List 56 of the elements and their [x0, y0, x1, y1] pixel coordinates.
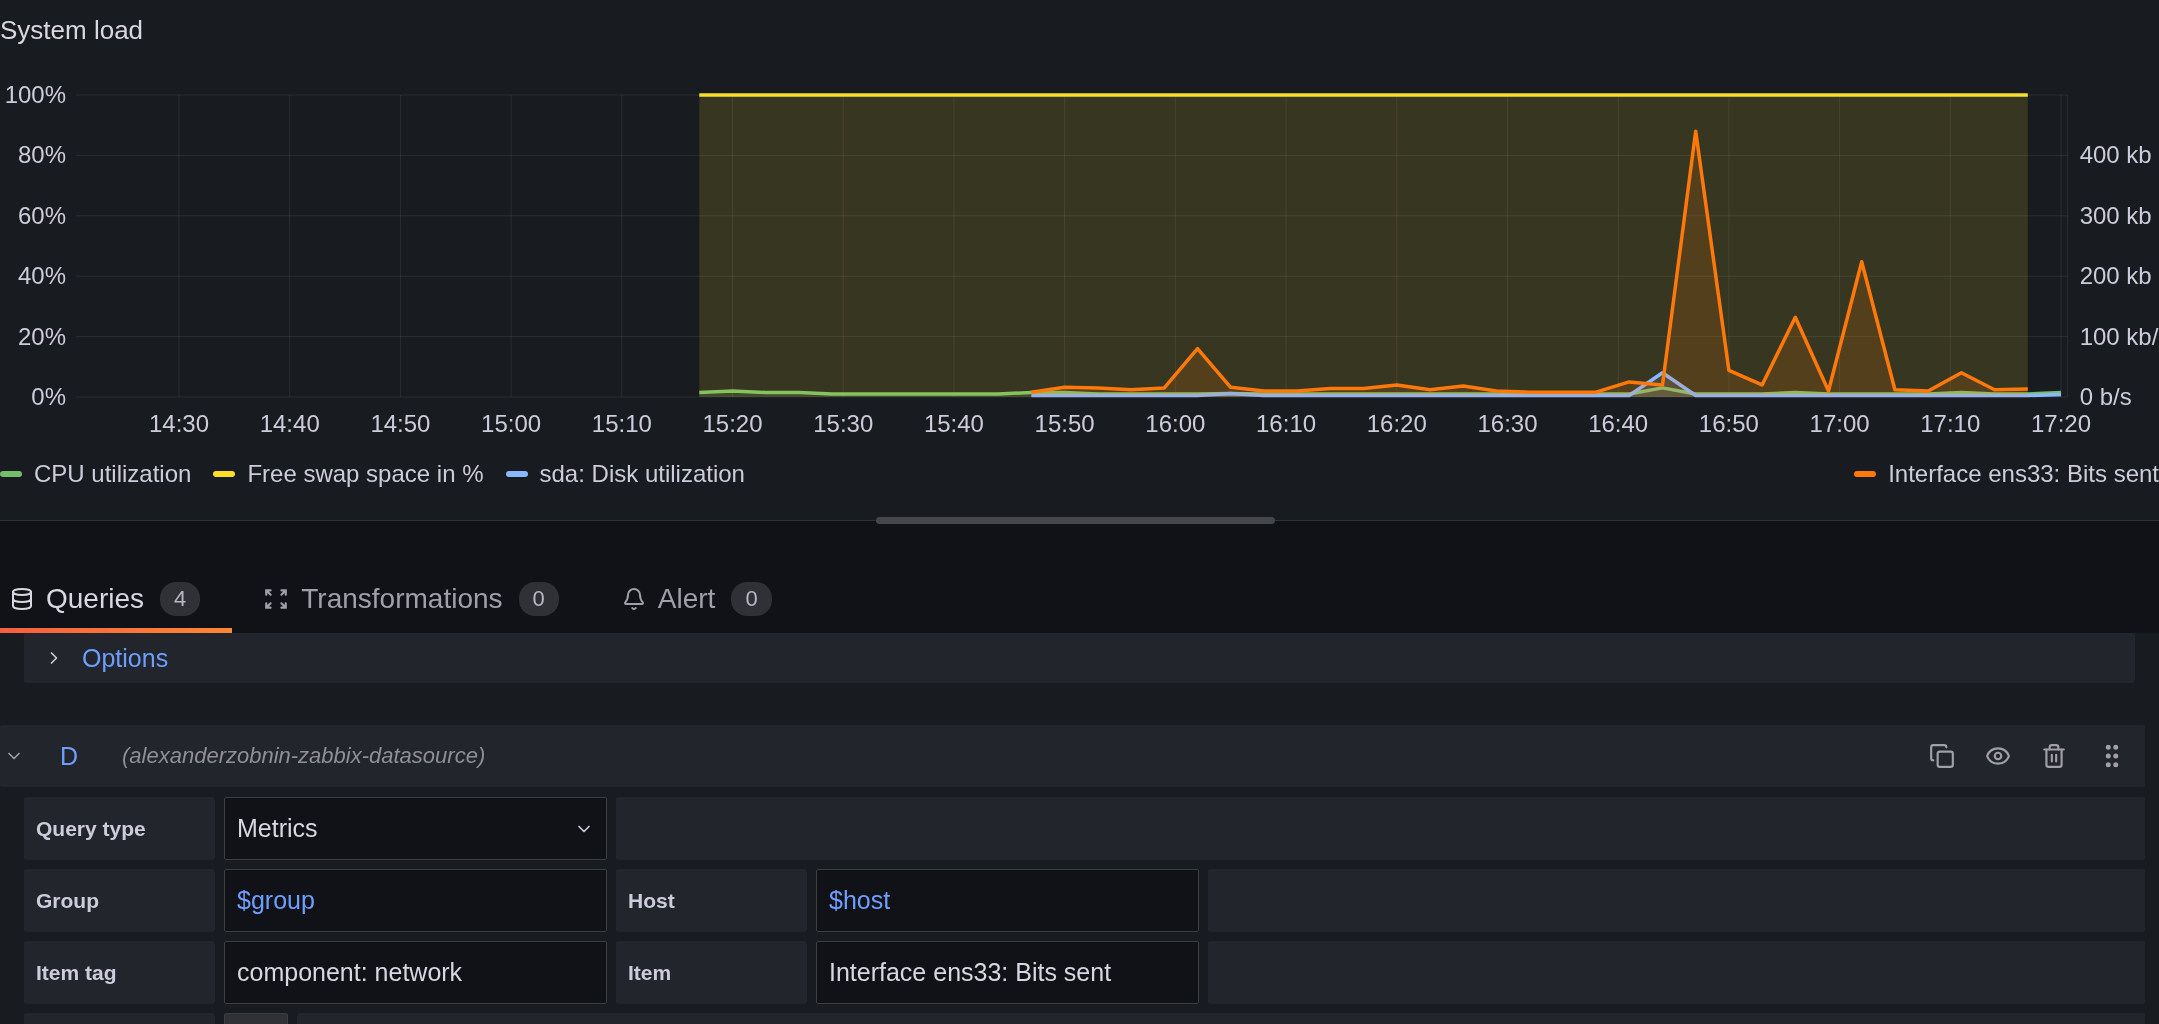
tab[interactable]: Queries 4: [0, 575, 233, 633]
query-ref[interactable]: D: [60, 741, 122, 771]
axis-label: 16:30: [1477, 410, 1538, 437]
tab[interactable]: Alert 0: [611, 575, 804, 633]
axis-label: 16:20: [1366, 410, 1427, 437]
panel-title: System load: [0, 14, 144, 46]
database-icon: [10, 586, 34, 611]
axis-label: 16:50: [1698, 410, 1759, 437]
axis-label: 0 b/s: [2079, 383, 2132, 410]
axis-label: 15:20: [702, 410, 763, 437]
input-field[interactable]: component: network: [224, 941, 607, 1004]
legend-item[interactable]: CPU utilization: [0, 460, 192, 488]
tab[interactable]: Transformations 0: [253, 575, 591, 633]
axis-label: 60%: [18, 201, 67, 229]
axis-label: 14:50: [370, 410, 431, 437]
bell-icon: [621, 586, 646, 611]
count-badge: 4: [160, 581, 201, 616]
legend-item[interactable]: Interface ens33: Bits sent: [1854, 460, 2159, 488]
axis-label: 15:30: [813, 410, 874, 437]
axis-label: 14:30: [148, 410, 210, 437]
axis-label: 20%: [18, 322, 67, 350]
field-label: Query type: [24, 797, 215, 860]
axis-label: 0%: [31, 383, 67, 410]
resize-handle[interactable]: [876, 517, 1275, 524]
input-field[interactable]: $group: [224, 869, 607, 932]
axis-label: 17:20: [2030, 410, 2092, 437]
field-label: Item tag: [24, 941, 215, 1004]
axis-label: 14:40: [259, 410, 320, 437]
axis-label: 17:10: [1920, 410, 1981, 437]
axis-label: 17:00: [1809, 410, 1870, 437]
axis-label: 15:50: [1034, 410, 1095, 437]
datasource-name: (alexanderzobnin-zabbix-datasource): [122, 743, 486, 769]
axis-label: 16:40: [1588, 410, 1649, 437]
legend-item[interactable]: sda: Disk utilization: [505, 460, 745, 488]
legend-item[interactable]: Free swap space in %: [213, 460, 484, 488]
axis-label: 40%: [18, 262, 67, 290]
axis-label: 15:40: [923, 410, 984, 437]
axis-label: 16:00: [1145, 410, 1206, 437]
field-label: Group: [24, 869, 215, 932]
select-field[interactable]: Metrics: [224, 797, 607, 860]
field-label: Item: [616, 941, 807, 1004]
axis-label: 300 kb: [2079, 201, 2152, 229]
axis-label: 15:10: [591, 410, 652, 437]
axis-label: 80%: [18, 141, 67, 169]
axis-label: 100 kb/: [2079, 322, 2159, 350]
count-badge: 0: [518, 581, 559, 616]
options-toggle[interactable]: Options: [24, 633, 2135, 683]
input-field[interactable]: $host: [816, 869, 1199, 932]
axis-label: 400 kb: [2079, 141, 2152, 169]
axis-label: 100%: [4, 81, 67, 108]
axis-label: 200 kb: [2079, 262, 2152, 290]
field-label: Host: [616, 869, 807, 932]
axis-label: 15:00: [481, 410, 542, 437]
input-field[interactable]: Interface ens33: Bits sent: [816, 941, 1199, 1004]
axis-label: 16:10: [1256, 410, 1317, 437]
count-badge: 0: [731, 581, 772, 616]
